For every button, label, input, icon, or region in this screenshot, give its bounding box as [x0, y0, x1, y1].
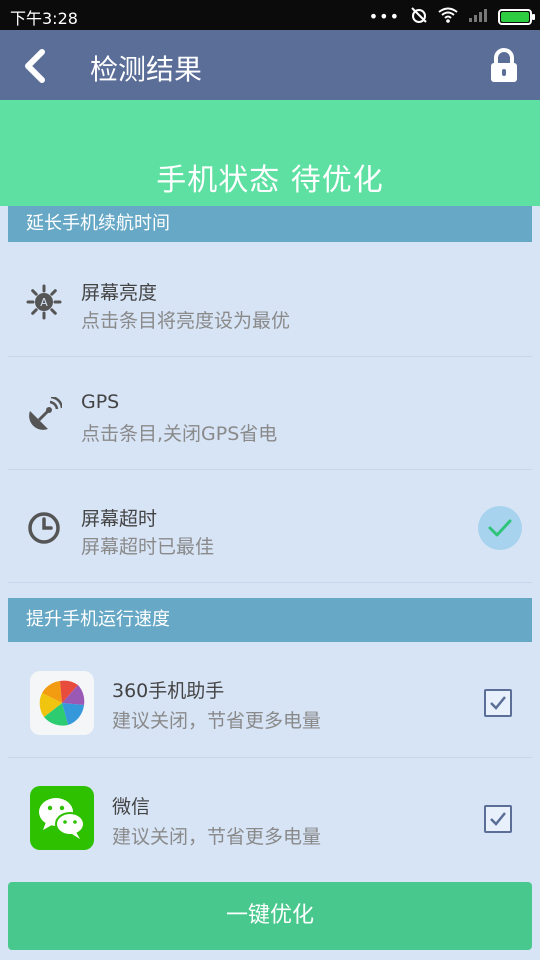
optimize-button[interactable]: 一键优化	[8, 882, 532, 950]
svg-text:A: A	[40, 296, 48, 309]
signal-icon	[468, 7, 488, 27]
phone-status-text: 手机状态 待优化	[156, 163, 384, 198]
app-row-360[interactable]: 360手机助手 建议关闭，节省更多电量	[8, 642, 532, 758]
app-subtitle: 建议关闭，节省更多电量	[112, 826, 322, 848]
item-subtitle: 点击条目将亮度设为最优	[81, 310, 291, 332]
section-header-battery: 延长手机续航时间	[8, 206, 532, 242]
app-name: 360手机助手	[112, 680, 225, 702]
status-bar: 下午3:28 •••	[0, 0, 540, 30]
app-checkbox[interactable]	[484, 689, 512, 717]
check-circle-icon	[478, 506, 522, 550]
item-title: 屏幕超时	[81, 508, 158, 530]
item-title: GPS	[81, 391, 120, 413]
back-chevron-icon[interactable]	[18, 46, 54, 86]
list-item-gps[interactable]: GPS 点击条目,关闭GPS省电	[8, 357, 532, 470]
section-title: 延长手机续航时间	[26, 213, 170, 234]
clock-icon	[26, 510, 62, 546]
360-assistant-icon	[30, 671, 94, 735]
item-title: 屏幕亮度	[81, 282, 158, 304]
app-bar: 检测结果	[0, 30, 540, 100]
page-title: 检测结果	[90, 53, 203, 86]
more-dots-icon: •••	[368, 7, 400, 26]
list-item-brightness[interactable]: A 屏幕亮度 点击条目将亮度设为最优	[8, 244, 532, 357]
app-name: 微信	[112, 796, 151, 818]
alarm-off-icon	[410, 6, 428, 28]
lock-icon[interactable]	[488, 48, 520, 84]
item-subtitle: 点击条目,关闭GPS省电	[81, 423, 278, 445]
section-title: 提升手机运行速度	[26, 609, 170, 630]
item-subtitle: 屏幕超时已最佳	[81, 536, 215, 558]
status-time: 下午3:28	[10, 9, 78, 28]
brightness-icon: A	[26, 284, 62, 320]
app-checkbox[interactable]	[484, 805, 512, 833]
gps-satellite-icon	[26, 395, 64, 433]
battery-icon	[498, 9, 535, 25]
section-header-speed: 提升手机运行速度	[8, 598, 532, 642]
wifi-icon	[438, 7, 458, 27]
app-row-wechat[interactable]: 微信 建议关闭，节省更多电量	[8, 758, 532, 873]
app-subtitle: 建议关闭，节省更多电量	[112, 710, 322, 732]
wechat-icon	[30, 786, 94, 850]
status-banner: 手机状态 待优化	[0, 100, 540, 206]
list-item-screen-timeout[interactable]: 屏幕超时 屏幕超时已最佳	[8, 470, 532, 583]
status-icons: •••	[368, 6, 535, 28]
